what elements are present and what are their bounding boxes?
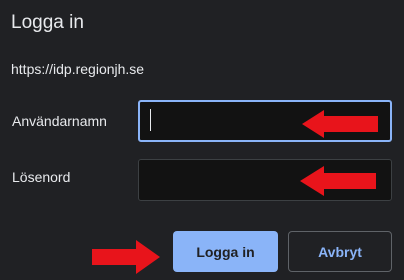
password-label: Lösenord [12,169,71,185]
arrow-icon [300,166,376,196]
site-origin: https://idp.regionjh.se [11,61,145,77]
text-cursor [150,109,151,131]
login-dialog: Logga in https://idp.regionjh.se Använda… [0,0,404,280]
dialog-title: Logga in [11,12,84,33]
cancel-button[interactable]: Avbryt [288,231,392,272]
login-button[interactable]: Logga in [173,231,278,272]
arrow-icon [92,240,160,274]
username-label: Användarnamn [12,113,107,129]
arrow-icon [302,110,378,138]
